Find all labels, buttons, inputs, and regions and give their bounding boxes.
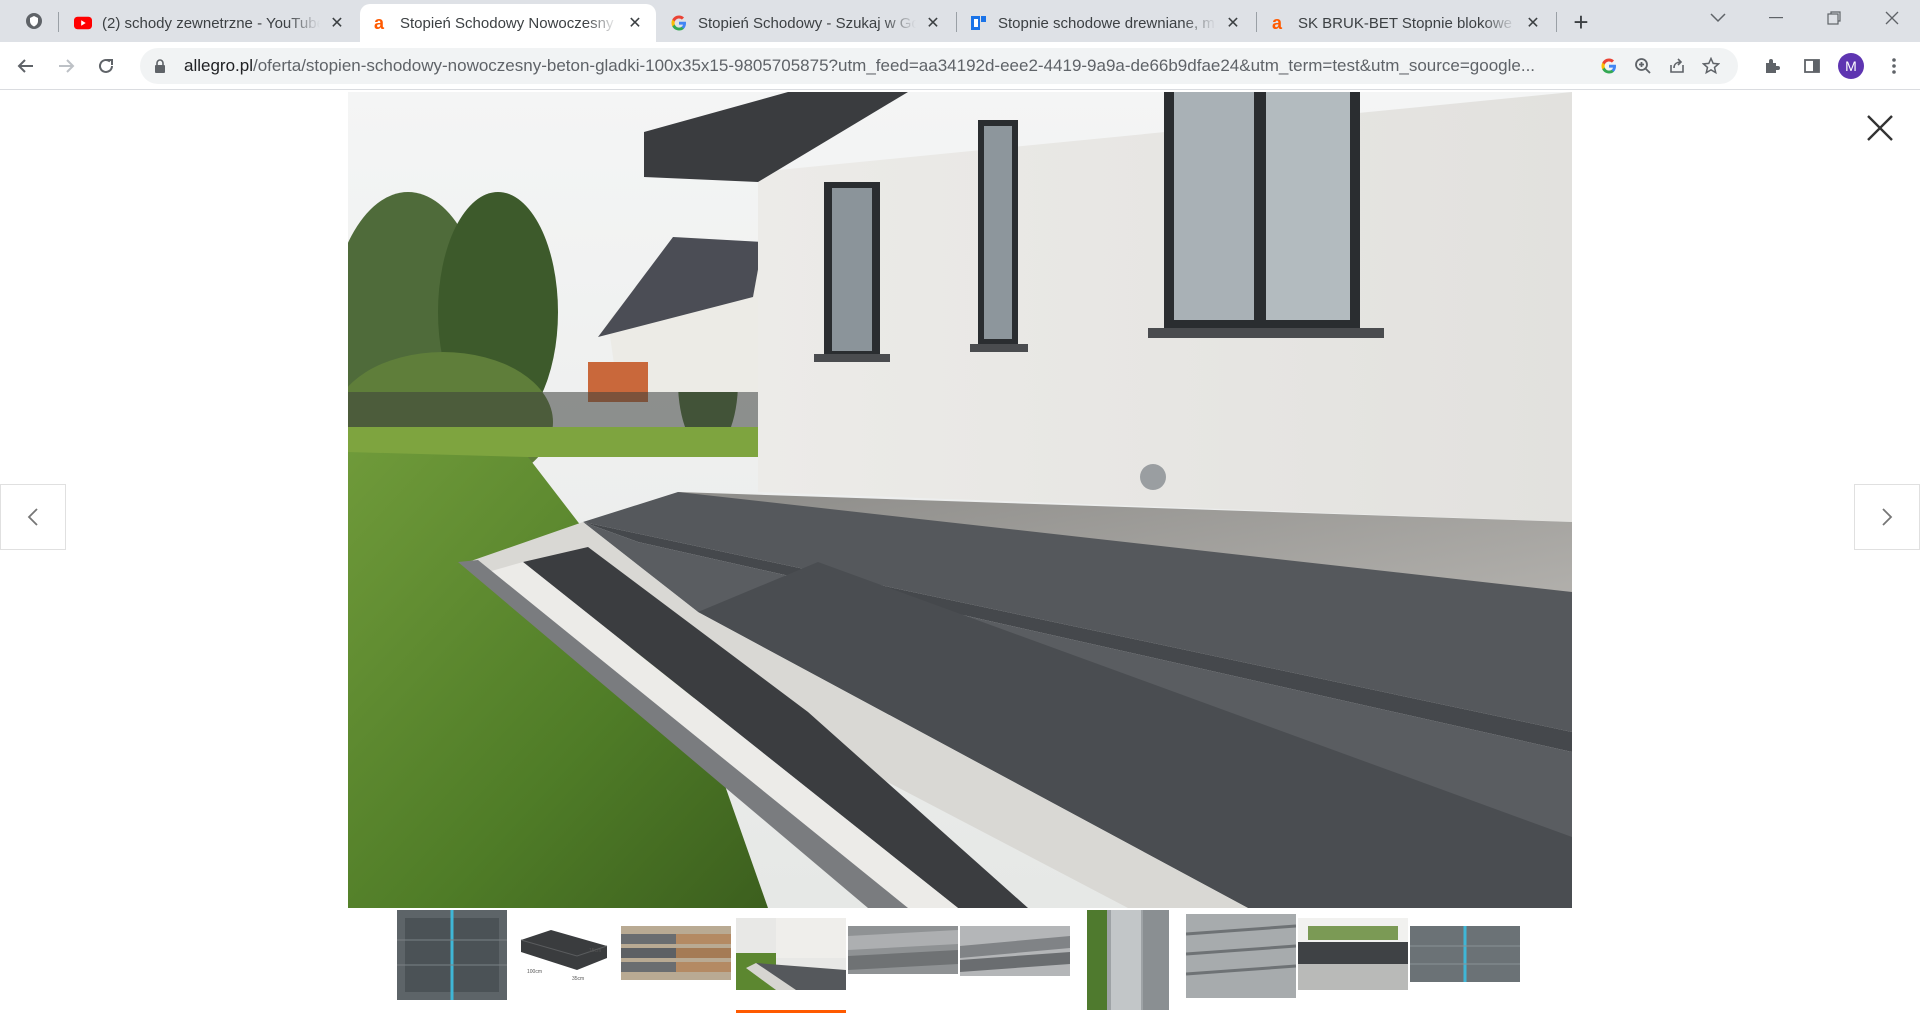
tab-separator (1256, 12, 1257, 32)
close-window-button[interactable] (1864, 0, 1920, 36)
minimize-button[interactable] (1748, 0, 1804, 36)
tab-bruk-bet[interactable]: a SK BRUK-BET Stopnie blokowe B ✕ (1258, 4, 1554, 42)
url-host: allegro.pl (184, 56, 253, 75)
close-icon (1885, 11, 1899, 25)
extensions-button[interactable] (1756, 50, 1788, 82)
lock-icon[interactable] (154, 58, 170, 74)
restore-icon (1827, 11, 1841, 25)
share-icon[interactable] (1660, 49, 1694, 83)
thumbnail-label: 15cm (589, 948, 601, 954)
thumbnail-9[interactable] (1298, 918, 1408, 990)
arrow-right-icon (59, 59, 75, 73)
more-vert-icon (1892, 58, 1896, 74)
close-tab-icon[interactable]: ✕ (1524, 14, 1542, 32)
thumbnail-6[interactable] (960, 926, 1070, 976)
back-button[interactable] (10, 50, 42, 82)
previous-image-button[interactable] (0, 484, 66, 550)
image-gallery-overlay: 100cm 35cm 15cm (0, 90, 1920, 1020)
tab-separator (956, 12, 957, 32)
new-tab-button[interactable]: + (1566, 7, 1596, 37)
address-bar[interactable]: allegro.pl/oferta/stopien-schodowy-nowoc… (140, 48, 1738, 84)
selected-thumbnail-indicator (736, 1010, 846, 1013)
puzzle-icon (1766, 59, 1780, 73)
tab-allegro-active[interactable]: a Stopień Schodowy Nowoczesny B ✕ (360, 4, 656, 42)
thumbnail-3[interactable] (621, 926, 731, 980)
tab-title: Stopień Schodowy Nowoczesny B (400, 14, 618, 32)
forward-button[interactable] (50, 50, 82, 82)
thumbnail-8[interactable] (1186, 914, 1296, 998)
chevron-down-icon (1710, 13, 1726, 23)
thumbnail-1[interactable] (397, 910, 507, 1000)
close-icon (1867, 115, 1893, 141)
close-tab-icon[interactable]: ✕ (328, 14, 346, 32)
pinned-tab[interactable] (14, 8, 54, 34)
thumbnail-10[interactable] (1410, 926, 1520, 982)
svg-text:a: a (1272, 14, 1283, 32)
arrow-left-icon (17, 59, 33, 73)
next-image-button[interactable] (1854, 484, 1920, 550)
url-path: /oferta/stopien-schodowy-nowoczesny-beto… (253, 56, 1536, 75)
zoom-icon[interactable] (1626, 49, 1660, 83)
chevron-left-icon (27, 508, 38, 526)
tab-separator (58, 12, 59, 32)
reload-button[interactable] (90, 50, 122, 82)
browser-toolbar: allegro.pl/oferta/stopien-schodowy-nowoc… (0, 42, 1920, 90)
chrome-menu-button[interactable] (1878, 50, 1910, 82)
profile-avatar[interactable]: M (1838, 53, 1864, 79)
tab-ceneo[interactable]: Stopnie schodowe drewniane, m ✕ (958, 4, 1254, 42)
tab-title: (2) schody zewnetrzne - YouTube (102, 14, 320, 32)
thumbnail-2[interactable]: 100cm 35cm 15cm (509, 910, 619, 1000)
close-gallery-button[interactable] (1862, 110, 1898, 146)
close-tab-icon[interactable]: ✕ (924, 14, 942, 32)
tab-title: Stopnie schodowe drewniane, m (998, 14, 1215, 32)
youtube-icon (74, 14, 92, 32)
close-tab-icon[interactable]: ✕ (626, 14, 644, 32)
thumbnail-label: 100cm (527, 969, 542, 975)
tab-separator (1556, 12, 1557, 32)
side-panel-button[interactable] (1796, 50, 1828, 82)
minimize-icon (1769, 17, 1783, 19)
url-text[interactable]: allegro.pl/oferta/stopien-schodowy-nowoc… (184, 56, 1592, 76)
thumbnail-strip: 100cm 35cm 15cm (397, 910, 1523, 1016)
thumbnail-label: 35cm (572, 976, 584, 982)
side-panel-icon (1804, 59, 1820, 73)
bookmark-star-icon[interactable] (1694, 49, 1728, 83)
google-icon (670, 14, 688, 32)
tab-youtube[interactable]: (2) schody zewnetrzne - YouTube ✕ (62, 4, 358, 42)
tab-google[interactable]: Stopień Schodowy - Szukaj w Go ✕ (658, 4, 954, 42)
thumbnail-7[interactable] (1087, 910, 1169, 1010)
ceneo-icon (970, 14, 988, 32)
svg-text:a: a (374, 14, 385, 32)
tab-title: SK BRUK-BET Stopnie blokowe B (1298, 14, 1516, 32)
tab-title: Stopień Schodowy - Szukaj w Go (698, 14, 916, 32)
allegro-icon: a (1270, 14, 1288, 32)
restore-button[interactable] (1806, 0, 1862, 36)
close-tab-icon[interactable]: ✕ (1224, 14, 1242, 32)
thumbnail-5[interactable] (848, 926, 958, 974)
allegro-icon: a (372, 14, 390, 32)
reload-icon (99, 58, 113, 73)
chevron-right-icon (1882, 508, 1893, 526)
main-product-photo[interactable] (348, 92, 1572, 908)
shield-icon (26, 13, 42, 29)
google-lens-icon[interactable] (1592, 49, 1626, 83)
thumbnail-4-selected[interactable] (736, 918, 846, 990)
tab-search-button[interactable] (1690, 0, 1746, 36)
tab-strip: (2) schody zewnetrzne - YouTube ✕ a Stop… (0, 0, 1920, 42)
